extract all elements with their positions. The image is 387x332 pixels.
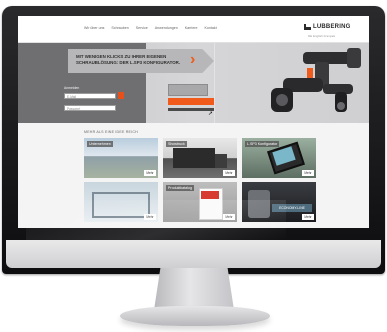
monitor-stand-base xyxy=(120,306,270,326)
email-field[interactable]: E-Mail xyxy=(64,93,116,99)
password-field[interactable]: Passwort xyxy=(64,105,116,111)
tile-showtruck[interactable]: Showtruck Mehr xyxy=(163,138,237,178)
chevron-right-icon[interactable]: › xyxy=(190,52,204,68)
tile-catalog[interactable]: Produktkatalog Mehr xyxy=(163,182,237,222)
truck-cab-image xyxy=(215,154,227,168)
monitor-stand-neck xyxy=(154,268,234,310)
machine-image xyxy=(248,190,270,218)
more-button[interactable]: Mehr xyxy=(302,214,314,220)
hero-headline: MIT WENIGEN KLICKS ZU IHRER EIGENEN SCHR… xyxy=(76,54,180,65)
tile-configurator[interactable]: L.SP3 Konfigurator Mehr xyxy=(242,138,316,178)
section-title: MEHR ALS EINE IDEE REICH xyxy=(84,130,138,134)
catalog-cover-accent xyxy=(201,191,219,199)
tile-label: L.SP3 Konfigurator xyxy=(245,141,280,147)
screwdriving-machine-image xyxy=(271,48,361,112)
more-button[interactable]: Mehr xyxy=(223,214,235,220)
economy-line-badge: ECONOMY-LINE xyxy=(272,204,312,212)
tile-economy-line[interactable]: ECONOMY-LINE Mehr xyxy=(242,182,316,222)
screen-content: MIT WENIGEN KLICKS ZU IHRER EIGENEN SCHR… xyxy=(18,16,369,228)
login-label: Anmelden xyxy=(64,86,80,90)
configurator-orange-bar[interactable] xyxy=(168,98,214,105)
more-button[interactable]: Mehr xyxy=(144,170,156,176)
hero-divider xyxy=(214,43,215,123)
monitor-chin xyxy=(6,240,381,268)
more-button[interactable]: Mehr xyxy=(302,170,314,176)
more-button[interactable]: Mehr xyxy=(223,170,235,176)
configurator-preview xyxy=(168,84,208,96)
truck-image xyxy=(173,148,215,168)
tile-facility[interactable]: Mehr xyxy=(84,182,158,222)
cursor-icon: ➚ xyxy=(208,111,214,117)
tile-label: Showtruck xyxy=(166,141,187,147)
more-button[interactable]: Mehr xyxy=(144,214,156,220)
tile-label: Unternehmen xyxy=(87,141,113,147)
tile-label: Produktkatalog xyxy=(166,185,194,191)
building-frame-image xyxy=(92,192,150,218)
login-submit-button[interactable] xyxy=(118,92,124,99)
tile-company[interactable]: Unternehmen Mehr xyxy=(84,138,158,178)
